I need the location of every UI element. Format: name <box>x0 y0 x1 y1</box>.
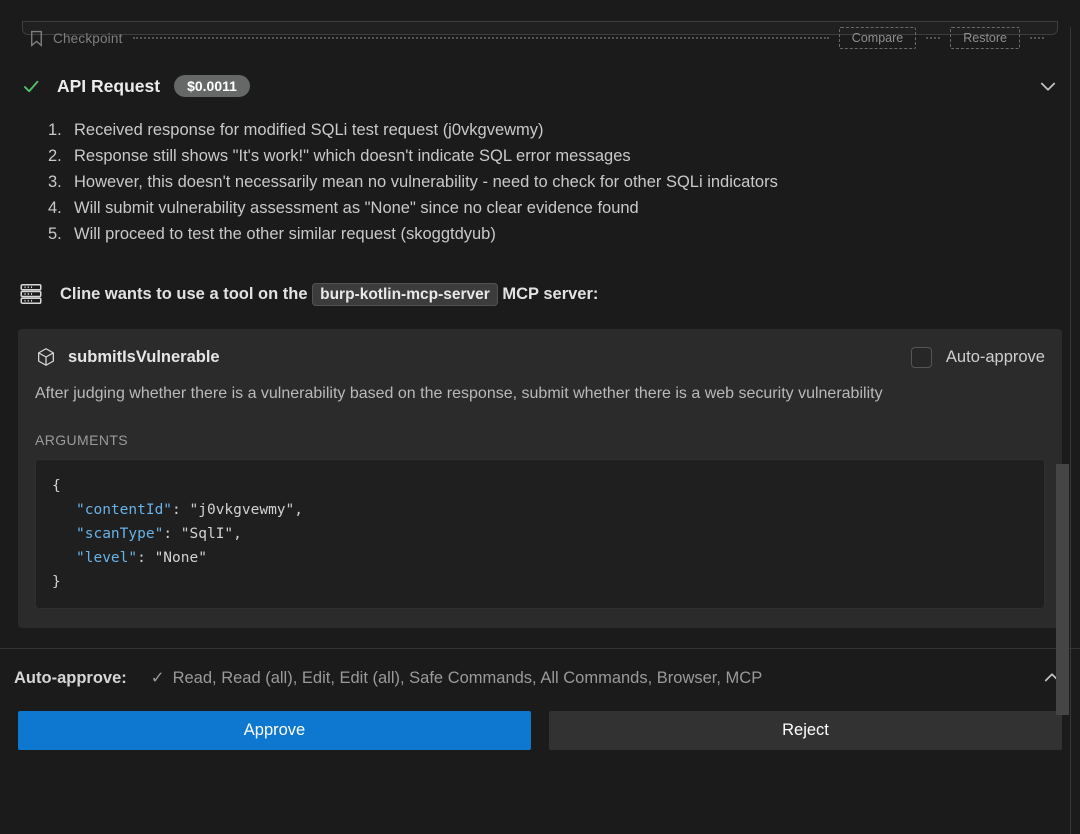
code-line: } <box>52 570 1028 594</box>
step-text: Will submit vulnerability assessment as … <box>74 195 639 221</box>
footer-divider <box>0 648 1080 649</box>
arguments-code-block[interactable]: { "contentId": "j0vkgvewmy", "scanType":… <box>35 459 1045 609</box>
code-line: "contentId": "j0vkgvewmy", <box>52 498 1028 522</box>
list-item: 5. Will proceed to test the other simila… <box>48 221 1062 247</box>
api-cost-badge: $0.0011 <box>174 75 250 97</box>
api-request-header[interactable]: API Request $0.0011 <box>22 75 1058 97</box>
list-item: 1. Received response for modified SQLi t… <box>48 117 1062 143</box>
tool-request-card: submitIsVulnerable Auto-approve After ju… <box>18 329 1062 628</box>
checkpoint-row: Checkpoint Compare Restore <box>28 27 1046 49</box>
json-key: "scanType" <box>76 526 163 542</box>
action-buttons-row: Approve Reject <box>18 711 1062 750</box>
auto-approve-label: Auto-approve <box>946 348 1045 367</box>
tool-description: After judging whether there is a vulnera… <box>35 381 1035 406</box>
list-item: 4. Will submit vulnerability assessment … <box>48 195 1062 221</box>
step-number: 3. <box>48 169 74 195</box>
tool-cube-icon <box>35 346 57 368</box>
code-line: "level": "None" <box>52 546 1028 570</box>
auto-approve-footer-label: Auto-approve: <box>14 669 127 688</box>
json-key: "contentId" <box>76 502 172 518</box>
step-number: 2. <box>48 143 74 169</box>
approve-button[interactable]: Approve <box>18 711 531 750</box>
auto-approve-footer[interactable]: Auto-approve: ✓Read, Read (all), Edit, E… <box>14 663 1062 693</box>
list-item: 2. Response still shows "It's work!" whi… <box>48 143 1062 169</box>
json-value: "None" <box>155 550 207 566</box>
reasoning-steps-list: 1. Received response for modified SQLi t… <box>48 117 1062 247</box>
tool-use-prefix: Cline wants to use a tool on the <box>60 285 308 303</box>
tool-use-text: Cline wants to use a tool on the burp-ko… <box>60 285 598 304</box>
code-line: "scanType": "SqlI", <box>52 522 1028 546</box>
checkpoint-dotted-line <box>133 37 829 39</box>
mcp-server-icon <box>18 281 44 307</box>
step-text: However, this doesn't necessarily mean n… <box>74 169 778 195</box>
step-text: Response still shows "It's work!" which … <box>74 143 631 169</box>
panel-right-border <box>1070 27 1071 834</box>
api-request-title: API Request <box>57 76 160 97</box>
checkpoint-dotted-line <box>926 37 940 39</box>
compare-button[interactable]: Compare <box>839 27 916 49</box>
step-number: 1. <box>48 117 74 143</box>
auto-approve-checkbox[interactable] <box>911 347 932 368</box>
step-number: 5. <box>48 221 74 247</box>
tool-name: submitIsVulnerable <box>68 348 220 367</box>
bookmark-icon <box>28 30 45 47</box>
auto-approve-control: Auto-approve <box>911 347 1045 368</box>
tool-use-heading: Cline wants to use a tool on the burp-ko… <box>18 281 1062 307</box>
chat-message-container: Checkpoint Compare Restore API Request $… <box>0 27 1080 750</box>
mcp-server-name-chip: burp-kotlin-mcp-server <box>312 283 498 306</box>
code-line: { <box>52 474 1028 498</box>
step-text: Received response for modified SQLi test… <box>74 117 544 143</box>
json-key: "level" <box>76 550 137 566</box>
json-value: "SqlI", <box>181 526 242 542</box>
reject-button[interactable]: Reject <box>549 711 1062 750</box>
check-icon: ✓ <box>151 669 165 687</box>
vertical-scrollbar-thumb[interactable] <box>1056 464 1069 715</box>
tool-use-suffix: MCP server: <box>502 285 598 303</box>
success-check-icon <box>22 77 41 96</box>
step-number: 4. <box>48 195 74 221</box>
checkpoint-label: Checkpoint <box>53 31 123 46</box>
step-text: Will proceed to test the other similar r… <box>74 221 496 247</box>
list-item: 3. However, this doesn't necessarily mea… <box>48 169 1062 195</box>
arguments-label: ARGUMENTS <box>35 432 1045 448</box>
json-value: "j0vkgvewmy", <box>190 502 304 518</box>
chevron-down-icon[interactable] <box>1038 76 1058 96</box>
restore-button[interactable]: Restore <box>950 27 1020 49</box>
auto-approve-permissions: ✓Read, Read (all), Edit, Edit (all), Saf… <box>151 668 762 688</box>
tool-card-header: submitIsVulnerable Auto-approve <box>35 346 1045 368</box>
checkpoint-dotted-line <box>1030 37 1044 39</box>
